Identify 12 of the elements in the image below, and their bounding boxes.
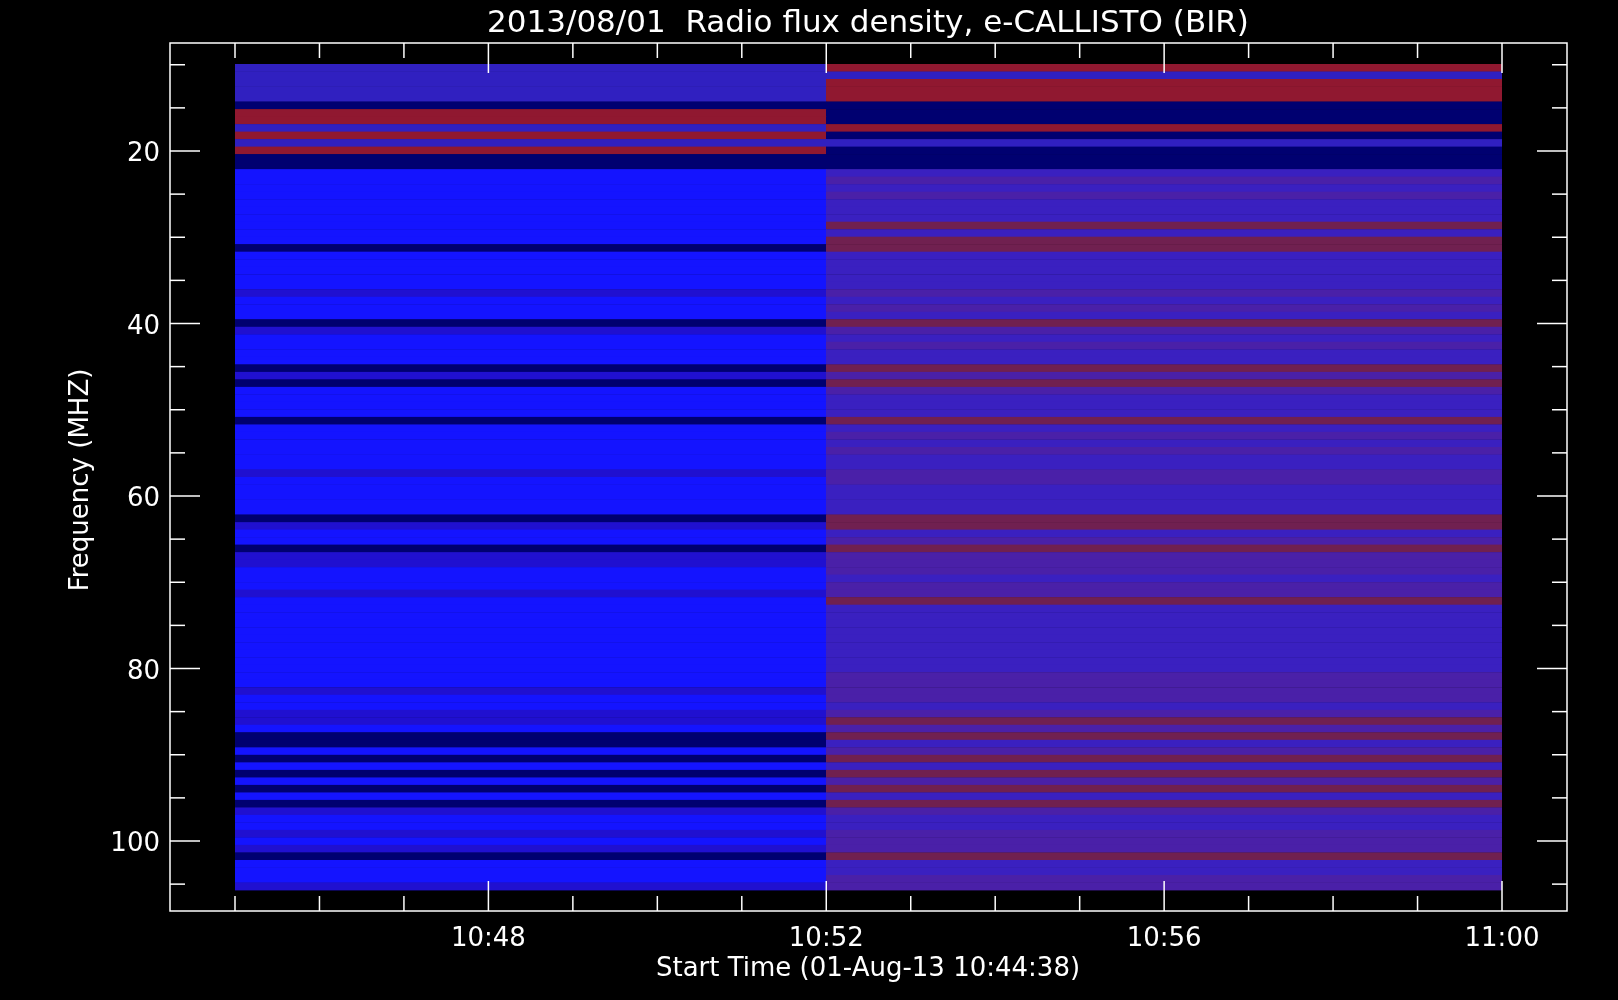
y-tick-label: 20	[126, 137, 160, 167]
y-tick-label: 80	[126, 654, 160, 685]
x-axis-label: Start Time (01-Aug-13 10:44:38)	[655, 952, 1081, 982]
x-tick-label: 10:52	[788, 922, 864, 952]
x-tick-label: 10:56	[1126, 922, 1202, 952]
x-tick-label: 11:00	[1464, 922, 1540, 952]
y-tick-label: 100	[110, 827, 160, 857]
x-tick-label: 10:48	[450, 922, 526, 952]
y-tick-label: 40	[126, 309, 160, 340]
chart-title: 2013/08/01 Radio flux density, e-CALLISTO (BIR)	[487, 3, 1249, 39]
y-tick-label: 60	[126, 482, 160, 512]
y-axis-label: Frequency (MHZ)	[64, 368, 94, 592]
